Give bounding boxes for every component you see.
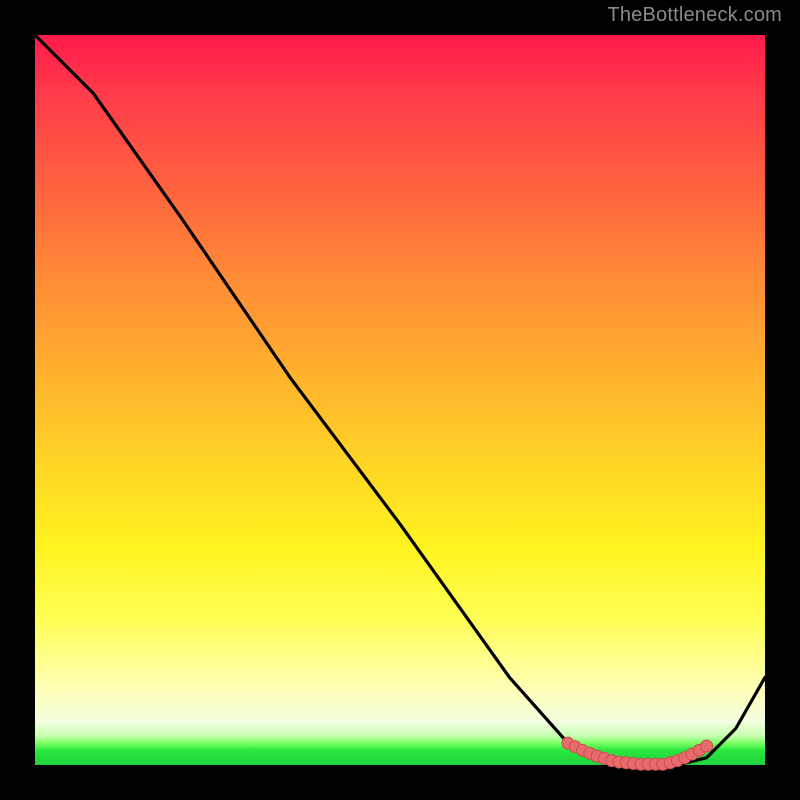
curve-path — [35, 35, 765, 765]
highlight-dot — [701, 740, 713, 752]
chart-frame: TheBottleneck.com — [0, 0, 800, 800]
line-series — [35, 35, 765, 765]
plot-area — [35, 35, 765, 765]
attribution-label: TheBottleneck.com — [607, 4, 782, 27]
chart-svg — [35, 35, 765, 765]
highlight-dots — [562, 737, 713, 770]
